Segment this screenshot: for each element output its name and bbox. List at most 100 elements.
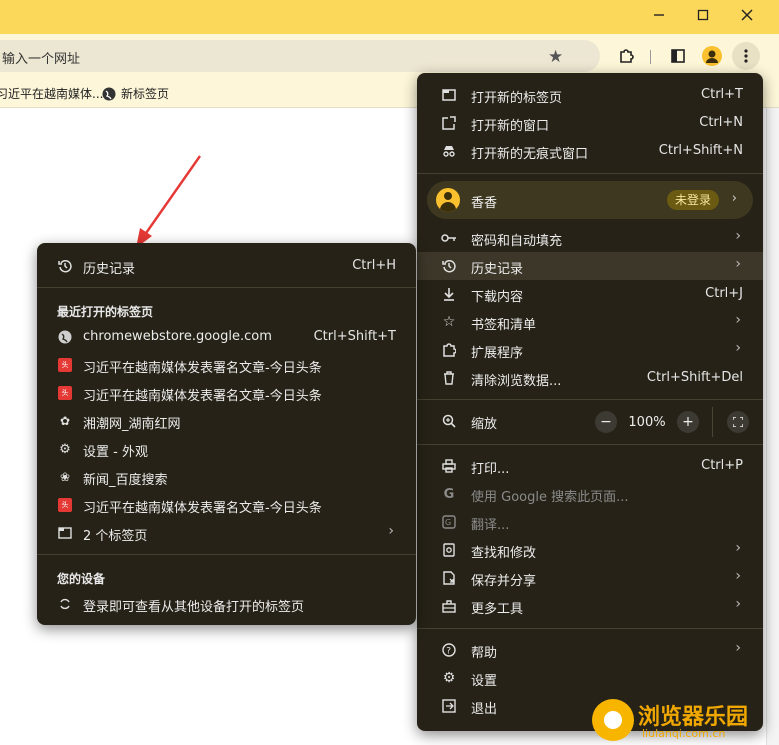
menu-item-new-window[interactable]: 打开新的窗口 Ctrl+N: [417, 109, 763, 137]
menu-item-find[interactable]: 查找和修改 ›: [417, 536, 763, 564]
menu-item-extensions[interactable]: 扩展程序 ›: [417, 336, 763, 364]
svg-text:G: G: [445, 518, 451, 527]
recent-tab-item[interactable]: ❀ 新闻_百度搜索: [37, 463, 416, 491]
menu-item-print[interactable]: 打印... Ctrl+P: [417, 452, 763, 480]
menu-item-label: 历史记录: [471, 262, 524, 277]
menu-item-label: 历史记录: [83, 262, 136, 277]
bookmark-label: 习近平在越南媒体...: [0, 87, 104, 101]
toutiao-favicon: 头: [57, 385, 73, 401]
menu-button[interactable]: [732, 42, 760, 70]
menu-item-label: chromewebstore.google.com: [83, 329, 272, 344]
menu-item-label: 新闻_百度搜索: [83, 473, 168, 488]
toolbox-icon: [441, 598, 457, 614]
zoom-icon: [441, 413, 457, 429]
page-scrollbar[interactable]: [766, 108, 779, 745]
menu-separator: [417, 444, 763, 445]
tab-group-item[interactable]: 2 个标签页 ›: [37, 519, 416, 547]
chrome-main-menu: 打开新的标签页 Ctrl+T 打开新的窗口 Ctrl+N 打开新的无痕式窗口 C…: [417, 73, 763, 731]
menu-item-new-tab[interactable]: 打开新的标签页 Ctrl+T: [417, 81, 763, 109]
globe-icon: [57, 329, 73, 345]
profile-row[interactable]: 香香 未登录 ›: [427, 181, 753, 219]
menu-item-label: 密码和自动填充: [471, 234, 563, 249]
menu-item-history[interactable]: 历史记录 ›: [417, 252, 763, 280]
minimize-icon: [654, 14, 664, 16]
bookmark-item[interactable]: 习近平在越南媒体...: [0, 85, 103, 102]
close-button[interactable]: [724, 0, 770, 30]
xiangchao-favicon: ✿: [59, 414, 71, 428]
history-submenu: 历史记录 Ctrl+H 最近打开的标签页 chromewebstore.goog…: [37, 243, 416, 625]
history-icon: [441, 258, 457, 274]
menu-item-label: 查找和修改: [471, 546, 537, 561]
menu-separator: [37, 287, 416, 288]
recent-tab-item[interactable]: chromewebstore.google.com Ctrl+Shift+T: [37, 323, 416, 351]
menu-item-downloads[interactable]: 下载内容 Ctrl+J: [417, 280, 763, 308]
menu-item-label: 扩展程序: [471, 346, 524, 361]
chevron-right-icon: ›: [735, 228, 741, 244]
translate-icon: G: [441, 514, 457, 530]
profile-button[interactable]: [698, 42, 726, 70]
toutiao-favicon: 头: [57, 357, 73, 373]
menu-item-label: 保存并分享: [471, 574, 537, 589]
chevron-right-icon: ›: [735, 312, 741, 328]
menu-item-help[interactable]: ? 帮助 ›: [417, 636, 763, 664]
address-bar[interactable]: 输入一个网址 ★: [0, 40, 600, 72]
menu-item-label: 2 个标签页: [83, 529, 148, 544]
menu-item-label: 打开新的标签页: [471, 91, 563, 106]
profile-name: 香香: [471, 196, 498, 211]
recent-tab-item[interactable]: ✿ 湘潮网_湖南红网: [37, 407, 416, 435]
chevron-right-icon: ›: [735, 540, 741, 556]
avatar-icon: [702, 46, 722, 66]
menu-item-label: 习近平在越南媒体发表署名文章-今日头条: [83, 389, 322, 404]
signin-status-badge: 未登录: [667, 190, 720, 210]
annotation-arrow: [136, 155, 201, 248]
puzzle-icon: [441, 342, 457, 358]
menu-item-settings[interactable]: ⚙ 设置: [417, 664, 763, 692]
menu-item-shortcut: Ctrl+H: [352, 258, 396, 273]
menu-item-save-share[interactable]: 保存并分享 ›: [417, 564, 763, 592]
globe-icon: [102, 87, 116, 100]
menu-item-label: 翻译...: [471, 518, 510, 533]
menu-item-zoom: 缩放 − 100% +: [417, 407, 763, 437]
menu-item-shortcut: Ctrl+Shift+Del: [646, 370, 743, 385]
extensions-button[interactable]: [612, 42, 640, 70]
chevron-right-icon: ›: [388, 523, 394, 539]
menu-separator: [417, 399, 763, 400]
find-icon: [441, 542, 457, 558]
menu-item-bookmarks[interactable]: ☆ 书签和清单 ›: [417, 308, 763, 336]
recent-tabs-heading: 最近打开的标签页: [57, 305, 154, 319]
menu-item-shortcut: Ctrl+Shift+T: [313, 329, 396, 344]
menu-item-label: 打开新的无痕式窗口: [471, 147, 589, 162]
menu-separator: [417, 173, 763, 174]
print-icon: [441, 458, 457, 474]
minimize-button[interactable]: [636, 0, 682, 30]
recent-tab-item[interactable]: 头 习近平在越南媒体发表署名文章-今日头条: [37, 491, 416, 519]
menu-item-passwords[interactable]: 密码和自动填充 ›: [417, 224, 763, 252]
recent-tab-item[interactable]: ⚙ 设置 - 外观: [37, 435, 416, 463]
settings-favicon: ⚙: [59, 441, 71, 457]
zoom-out-button[interactable]: −: [595, 411, 617, 433]
menu-item-more-tools[interactable]: 更多工具 ›: [417, 592, 763, 620]
kebab-menu-icon: [744, 49, 748, 63]
maximize-icon: [697, 9, 709, 21]
chevron-right-icon: ›: [735, 640, 741, 656]
bookmark-item[interactable]: 新标签页: [102, 85, 169, 102]
history-item-history[interactable]: 历史记录 Ctrl+H: [37, 252, 416, 280]
menu-item-label: 更多工具: [471, 602, 524, 617]
bookmark-star-icon[interactable]: ★: [548, 47, 563, 67]
fullscreen-button[interactable]: [727, 411, 749, 433]
trash-icon: [441, 370, 457, 386]
recent-tab-item[interactable]: 头 习近平在越南媒体发表署名文章-今日头条: [37, 351, 416, 379]
menu-item-incognito[interactable]: 打开新的无痕式窗口 Ctrl+Shift+N: [417, 137, 763, 165]
side-panel-button[interactable]: [664, 42, 692, 70]
maximize-button[interactable]: [680, 0, 726, 30]
menu-item-label: 湘潮网_湖南红网: [83, 417, 181, 432]
menu-item-clear-data[interactable]: 清除浏览数据... Ctrl+Shift+Del: [417, 364, 763, 392]
zoom-in-button[interactable]: +: [677, 411, 699, 433]
chevron-right-icon: ›: [735, 340, 741, 356]
recent-tab-item[interactable]: 头 习近平在越南媒体发表署名文章-今日头条: [37, 379, 416, 407]
puzzle-icon: [620, 49, 634, 63]
menu-item-shortcut: Ctrl+Shift+N: [658, 143, 743, 158]
incognito-icon: [441, 143, 457, 159]
menu-item-label: 设置 - 外观: [83, 445, 148, 460]
devices-signin-item[interactable]: 登录即可查看从其他设备打开的标签页: [37, 590, 416, 618]
